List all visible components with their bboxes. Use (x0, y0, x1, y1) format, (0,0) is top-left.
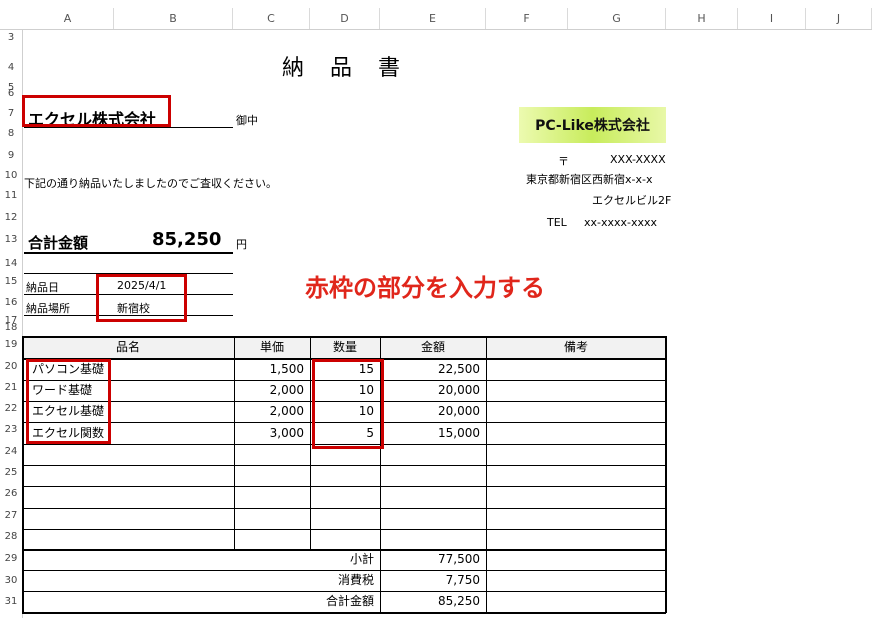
annotation-text: 赤枠の部分を入力する (305, 274, 545, 302)
table-header-cell: 単価 (259, 340, 284, 354)
table-header-cell: 備考 (563, 340, 588, 354)
row-header-14[interactable]: 14 (0, 258, 22, 269)
column-header-f[interactable]: F (486, 8, 568, 30)
row-header-16[interactable]: 16 (0, 297, 22, 308)
total-label: 合計金額 (28, 234, 89, 252)
row-header-3[interactable]: 3 (0, 32, 22, 43)
total-value: 85,250 (152, 229, 222, 250)
table-header-cell: 数量 (332, 340, 357, 354)
column-header-i[interactable]: I (738, 8, 806, 30)
summary-value: 7,750 (445, 573, 480, 587)
postal-mark: 〒 (558, 155, 569, 168)
table-hline (22, 612, 666, 614)
column-header-g[interactable]: G (568, 8, 666, 30)
row-header-29[interactable]: 29 (0, 553, 22, 564)
row-header-27[interactable]: 27 (0, 510, 22, 521)
row-header-23[interactable]: 23 (0, 424, 22, 435)
red-box-quantities (312, 359, 384, 449)
summary-label: 合計金額 (325, 594, 374, 608)
total-underline (24, 252, 233, 254)
item-price-cell[interactable]: 2,000 (234, 380, 304, 401)
column-header-e[interactable]: E (380, 8, 486, 30)
item-price-cell[interactable]: 2,000 (234, 401, 304, 422)
row-header-26[interactable]: 26 (0, 488, 22, 499)
row-header-10[interactable]: 10 (0, 170, 22, 181)
delivery-message: 下記の通り納品いたしましたのでご査収ください。 (24, 177, 277, 190)
delivery-date-label: 納品日 (26, 281, 59, 294)
column-header-b[interactable]: B (114, 8, 233, 30)
column-header-d[interactable]: D (310, 8, 380, 30)
column-header-j[interactable]: J (806, 8, 872, 30)
row-header-20[interactable]: 20 (0, 361, 22, 372)
column-header-divider (0, 29, 872, 30)
row-header-11[interactable]: 11 (0, 190, 22, 201)
row-header-7[interactable]: 7 (0, 108, 22, 119)
table-hline (22, 486, 666, 487)
item-amount-cell[interactable]: 20,000 (380, 380, 480, 401)
row-header-bar: 3 4 5 6 7 8 9 10 11 12 13 14 15 16 17 18 19 20 21 22 23 24 25 2… (0, 30, 23, 618)
table-border-right (665, 336, 667, 613)
document-title: 納 品 書 (282, 56, 403, 81)
summary-value: 77,500 (438, 552, 480, 566)
row-header-28[interactable]: 28 (0, 531, 22, 542)
row-header-4[interactable]: 4 (0, 62, 22, 73)
row-header-18[interactable]: 18 (0, 322, 22, 333)
row-header-19[interactable]: 19 (0, 339, 22, 350)
item-amount-cell[interactable]: 15,000 (380, 422, 480, 444)
item-amount-cell[interactable]: 22,500 (380, 358, 480, 380)
table-hline (22, 529, 666, 530)
postal-code: XXX-XXXX (610, 153, 666, 166)
table-vline (486, 336, 487, 613)
row-header-13[interactable]: 13 (0, 234, 22, 245)
row-header-30[interactable]: 30 (0, 575, 22, 586)
company-address-2: エクセルビル2F (592, 194, 672, 207)
red-box-item-names (26, 359, 111, 444)
row-header-25[interactable]: 25 (0, 467, 22, 478)
delivery-place-label: 納品場所 (26, 302, 70, 315)
row-header-15[interactable]: 15 (0, 276, 22, 287)
table-header-cell: 金額 (420, 340, 445, 354)
row-header-22[interactable]: 22 (0, 403, 22, 414)
honorific: 御中 (236, 114, 258, 127)
row-header-31[interactable]: 31 (0, 596, 22, 607)
table-border-left (22, 336, 24, 613)
row-header-21[interactable]: 21 (0, 382, 22, 393)
customer-underline (24, 127, 233, 128)
row-header-8[interactable]: 8 (0, 128, 22, 139)
red-box-customer (22, 95, 171, 127)
table-hline (22, 508, 666, 509)
row-header-6[interactable]: 6 (0, 88, 22, 99)
item-price-cell[interactable]: 3,000 (234, 422, 304, 444)
column-header-c[interactable]: C (233, 8, 310, 30)
column-header-a[interactable]: A (22, 8, 114, 30)
column-header-h[interactable]: H (666, 8, 738, 30)
summary-label: 小計 (349, 552, 374, 566)
table-header-cell: 品名 (115, 340, 140, 354)
red-box-delivery (96, 274, 187, 322)
item-amount-cell[interactable]: 20,000 (380, 401, 480, 422)
table-hline (22, 465, 666, 466)
company-logo: PC-Like株式会社 (519, 107, 666, 143)
tel-label: TEL (547, 216, 567, 229)
row-header-12[interactable]: 12 (0, 212, 22, 223)
row-header-24[interactable]: 24 (0, 446, 22, 457)
tel-number: xx-xxxx-xxxx (584, 216, 658, 229)
summary-value: 85,250 (438, 594, 480, 608)
total-unit: 円 (236, 238, 247, 251)
summary-label: 消費税 (337, 573, 374, 587)
row-header-9[interactable]: 9 (0, 150, 22, 161)
company-logo-text: PC-Like株式会社 (535, 118, 650, 134)
column-header-bar: ABCDEFGHIJ (0, 0, 872, 30)
item-price-cell[interactable]: 1,500 (234, 358, 304, 380)
company-address-1: 東京都新宿区西新宿x-x-x (526, 173, 653, 186)
